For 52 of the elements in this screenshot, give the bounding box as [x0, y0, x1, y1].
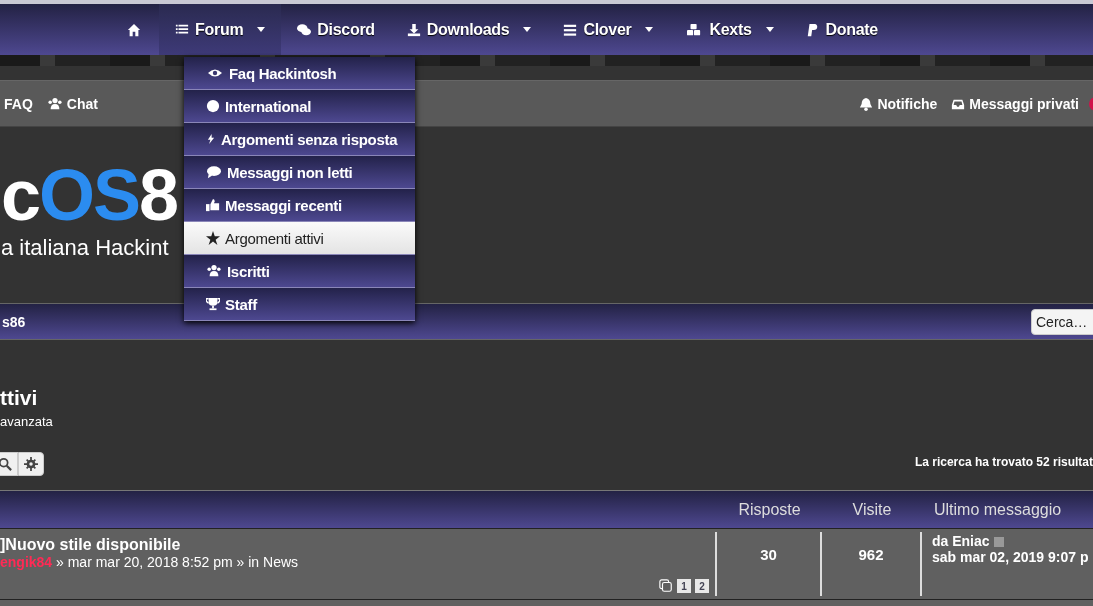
users-icon: [46, 96, 63, 111]
subnav-link[interactable]: Notifiche: [855, 95, 942, 112]
chat-bubbles-icon: [297, 22, 312, 37]
nav-item[interactable]: Downloads: [390, 4, 548, 55]
logo-tagline: a italiana Hackint: [1, 235, 169, 261]
dropdown-item[interactable]: Iscritti: [184, 255, 415, 288]
subnav-link[interactable]: Chat: [42, 95, 102, 112]
page-title: ttivi: [0, 386, 38, 410]
dropdown-item[interactable]: Argomenti attivi: [184, 222, 415, 255]
site-logo: cOS8: [1, 159, 178, 231]
search-field[interactable]: Cerca…: [1031, 308, 1093, 335]
column-header: Ultimo messaggio: [933, 500, 1063, 519]
subnav-link[interactable]: FAQ: [0, 95, 37, 112]
bolt-icon: [206, 132, 216, 146]
settings-button[interactable]: [18, 452, 44, 476]
list-icon: [175, 22, 190, 37]
views-count: 962: [822, 532, 922, 596]
bell-icon: [859, 96, 874, 111]
nav-item[interactable]: Forum: [159, 4, 282, 55]
advanced-search-link[interactable]: avanzata: [0, 414, 53, 429]
dropdown-item[interactable]: Messaggi non letti: [184, 156, 415, 189]
page-link[interactable]: 2: [695, 579, 709, 593]
nav-item[interactable]: Discord: [281, 4, 391, 55]
topic-title[interactable]: ]Nuovo stile disponibile: [0, 532, 715, 554]
download-icon: [406, 22, 421, 37]
users-icon: [206, 264, 222, 278]
column-header: Risposte: [737, 500, 802, 519]
breadcrumb-link[interactable]: s86: [2, 313, 26, 330]
dropdown-item[interactable]: International: [184, 90, 415, 123]
dropdown-item[interactable]: Faq Hackintosh: [184, 57, 415, 90]
settings-icon: [24, 457, 38, 471]
thumbs-up-icon: [206, 198, 220, 212]
star-icon: [206, 231, 220, 245]
paypal-icon: [805, 22, 820, 37]
topic-meta: engik84 » mar mar 20, 2018 8:52 pm » in News: [0, 554, 300, 570]
search-icon: [0, 457, 12, 471]
nav-item[interactable]: Clover: [547, 4, 670, 55]
replies-count: 30: [717, 532, 822, 596]
nav-item[interactable]: Donate: [789, 4, 894, 55]
dropdown-item[interactable]: Argomenti senza risposta: [184, 123, 415, 156]
nav-item[interactable]: Kexts: [669, 4, 790, 55]
trophy-icon: [206, 297, 220, 311]
page-link[interactable]: 1: [677, 579, 691, 593]
column-header: Visite: [851, 500, 893, 519]
results-count: La ricerca ha trovato 52 risultat: [914, 455, 1093, 469]
last-post-info: da Eniac sab mar 02, 2019 9:07 p: [931, 532, 1090, 567]
subnav-link[interactable]: Messaggi privati: [947, 95, 1083, 112]
copy-icon: [659, 579, 673, 593]
list-icon: [563, 22, 578, 37]
dropdown-item[interactable]: Staff: [184, 288, 415, 321]
dropdown-item[interactable]: Messaggi recenti: [184, 189, 415, 222]
speech-bubble-icon: [206, 165, 222, 179]
